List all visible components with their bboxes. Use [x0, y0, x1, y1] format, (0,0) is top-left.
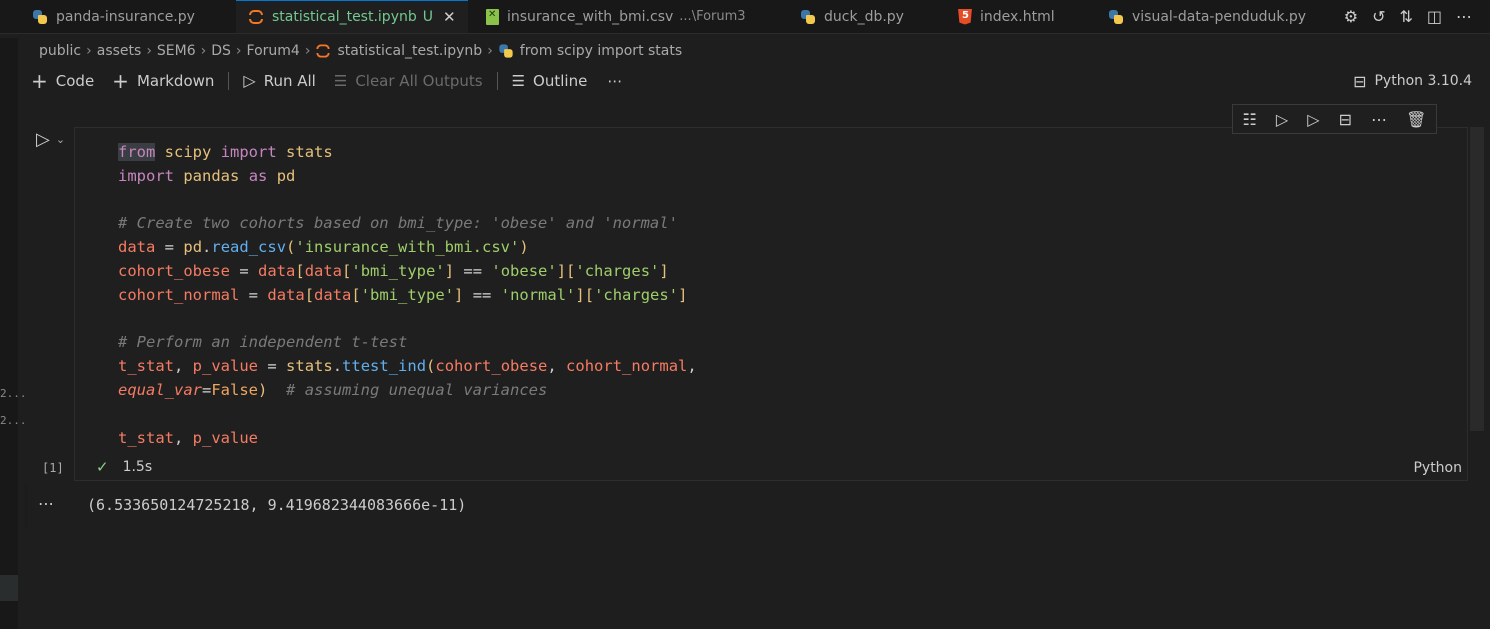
outline-label: Outline [533, 72, 588, 90]
gutter-highlight [0, 575, 18, 601]
editor-tab-bar: panda-insurance.py statistical_test.ipyn… [0, 0, 1490, 34]
add-code-button[interactable]: + Code [31, 71, 94, 91]
vscode-window: panda-insurance.py statistical_test.ipyn… [0, 0, 1490, 629]
more-icon[interactable]: ⋯ [1371, 110, 1387, 129]
output-actions-icon[interactable]: ⋯ [38, 494, 55, 513]
compare-changes-icon[interactable]: ⇅ [1399, 7, 1412, 26]
split-editor-icon[interactable]: ◫ [1427, 7, 1442, 26]
code-content[interactable]: from scipy import stats import pandas as … [118, 141, 697, 450]
run-by-line-icon[interactable]: ☷ [1243, 110, 1257, 129]
python-icon [32, 9, 48, 25]
add-markdown-label: Markdown [136, 72, 215, 90]
plus-icon: + [112, 69, 129, 93]
jupyter-icon [316, 43, 331, 58]
breadcrumb-item[interactable]: from scipy import stats [520, 43, 682, 59]
tab-label: insurance_with_bmi.csv [507, 8, 674, 25]
cell-output: (6.533650124725218, 9.419682344083666e-1… [87, 496, 467, 514]
html-icon [958, 8, 972, 25]
run-all-icon: ▷ [243, 71, 256, 90]
breadcrumb-item[interactable]: Forum4 [247, 43, 300, 59]
plus-icon: + [31, 69, 48, 93]
output-rail [24, 484, 28, 528]
tab-label: index.html [980, 8, 1055, 25]
breadcrumb-item[interactable]: assets [97, 43, 142, 59]
python-icon [800, 9, 816, 25]
modified-badge: U [422, 9, 433, 25]
run-all-label: Run All [263, 72, 316, 90]
more-icon: ⋯ [607, 72, 623, 90]
split-cell-icon[interactable]: ⊟ [1339, 110, 1352, 129]
python-icon [1108, 9, 1124, 25]
tab-label: visual-data-penduduk.py [1132, 8, 1307, 25]
list-icon: ☰ [511, 71, 526, 90]
clear-outputs-icon: ☰ [333, 71, 348, 90]
breadcrumb-item[interactable]: DS [211, 43, 231, 59]
delete-trash-icon[interactable]: 🗑 [1406, 110, 1426, 129]
tab-label: duck_db.py [824, 8, 904, 25]
close-icon[interactable]: ✕ [443, 8, 456, 26]
execution-duration: 1.5s [122, 459, 153, 475]
breadcrumb-item[interactable]: public [39, 43, 81, 59]
cell-language-selector[interactable]: Python [1413, 460, 1462, 476]
add-code-label: Code [55, 72, 95, 90]
outline-button[interactable]: ☰ Outline [512, 72, 588, 90]
tab-insurance-csv[interactable]: insurance_with_bmi.csv ...\Forum3 [486, 0, 746, 33]
history-icon[interactable]: ↺ [1372, 7, 1385, 26]
breadcrumb-item[interactable]: statistical_test.ipynb [337, 43, 482, 59]
chevron-right-icon: › [146, 43, 152, 59]
chevron-right-icon: › [235, 43, 242, 59]
cell-status: ✓ 1.5s [96, 458, 152, 476]
settings-gear-icon[interactable]: ⚙ [1344, 7, 1358, 26]
tab-panda-insurance[interactable]: panda-insurance.py [32, 0, 195, 33]
tab-statistical-test[interactable]: statistical_test.ipynb U ✕ [236, 0, 468, 33]
tab-label: panda-insurance.py [56, 8, 195, 25]
chevron-right-icon: › [86, 43, 92, 59]
jupyter-icon [248, 9, 264, 25]
clear-all-outputs-button[interactable]: ☰ Clear All Outputs [334, 72, 483, 90]
csv-icon [486, 8, 499, 25]
run-cell-icon[interactable]: ▷ [36, 129, 50, 150]
kernel-label: Python 3.10.4 [1374, 73, 1472, 89]
kernel-picker[interactable]: ⊟ Python 3.10.4 [1353, 69, 1472, 93]
execute-above-icon[interactable]: ▷ [1276, 110, 1288, 129]
run-all-button[interactable]: ▷ Run All [243, 72, 315, 90]
tab-description: ...\Forum3 [679, 9, 746, 24]
left-gutter: 2... 2... [0, 38, 27, 629]
server-environment-icon: ⊟ [1353, 71, 1367, 91]
clear-outputs-label: Clear All Outputs [355, 72, 483, 90]
python-icon [498, 43, 513, 58]
cell-run-controls: ▷ ⌄ [36, 129, 65, 150]
tab-visual-data-penduduk[interactable]: visual-data-penduduk.py [1108, 0, 1306, 33]
more-actions-icon[interactable]: ⋯ [1456, 7, 1472, 26]
breadcrumb-item[interactable]: SEM6 [157, 43, 196, 59]
toolbar-divider [496, 72, 498, 90]
gutter-label: 2... [0, 387, 27, 400]
notebook-toolbar: + Code + Markdown ▷ Run All ☰ Clear All … [31, 69, 622, 93]
checkmark-icon: ✓ [96, 458, 109, 476]
execute-below-icon[interactable]: ▷ [1307, 110, 1319, 129]
gutter-label: 2... [0, 414, 27, 427]
chevron-right-icon: › [487, 43, 493, 59]
cell-scrollbar[interactable] [1470, 127, 1484, 431]
editor-actions: ⚙ ↺ ⇅ ◫ ⋯ [1344, 0, 1472, 33]
more-toolbar-actions-button[interactable]: ⋯ [607, 72, 622, 90]
tab-label: statistical_test.ipynb [272, 9, 417, 25]
chevron-right-icon: › [200, 43, 207, 59]
tab-index-html[interactable]: index.html [958, 0, 1055, 33]
execution-count: [1] [42, 461, 64, 475]
cell-toolbar: ☷ ▷ ▷ ⊟ ⋯ 🗑 [1232, 104, 1437, 134]
toolbar-divider [228, 72, 230, 90]
add-markdown-button[interactable]: + Markdown [112, 71, 214, 91]
chevron-right-icon: › [304, 43, 311, 59]
chevron-down-icon[interactable]: ⌄ [56, 133, 65, 146]
breadcrumb: public › assets › SEM6 › DS › Forum4 › statis… [39, 40, 682, 62]
tab-duck-db[interactable]: duck_db.py [800, 0, 904, 33]
